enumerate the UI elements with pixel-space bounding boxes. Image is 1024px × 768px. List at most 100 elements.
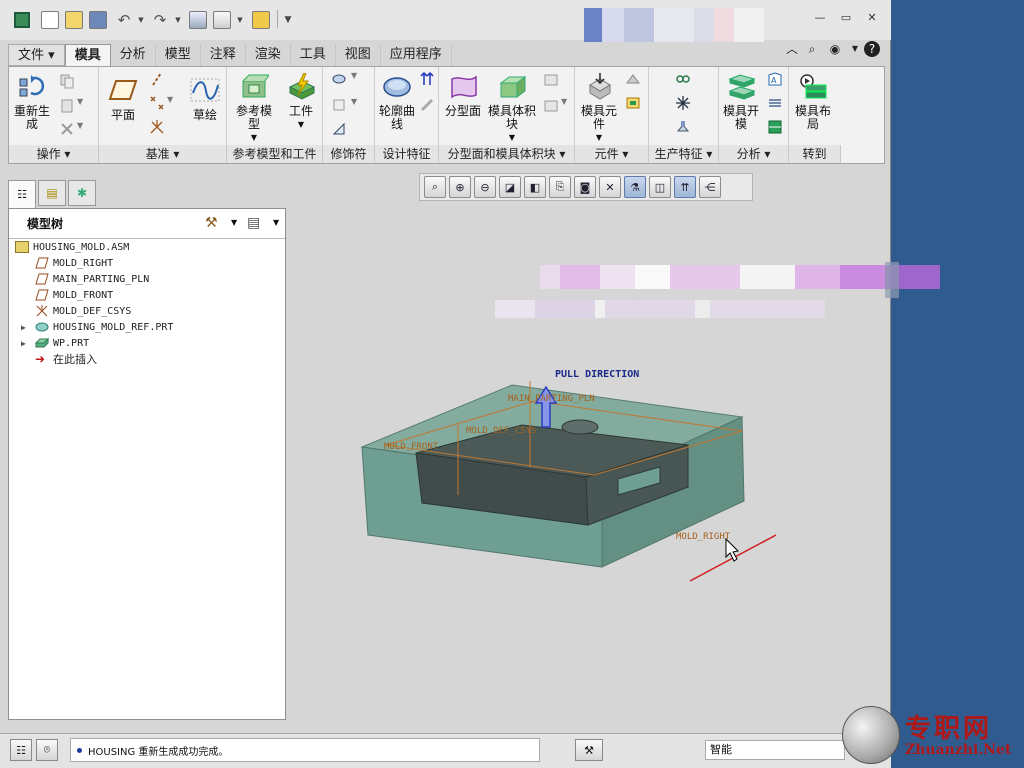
pull-direction-icon[interactable] (419, 71, 435, 87)
redo-icon[interactable]: ↷ (150, 10, 170, 30)
paste-dropdown-icon[interactable]: ▼ (77, 97, 93, 113)
group-label-parting[interactable]: 分型面和模具体积块 ▾ (439, 145, 575, 163)
parting-check-icon[interactable] (767, 119, 783, 135)
toggle-navigator-icon[interactable]: ☷ (10, 739, 32, 761)
group-label-production[interactable]: 生产特征 ▾ (649, 145, 719, 163)
tab-model-tree[interactable]: ☷ (8, 180, 36, 208)
sketch-button[interactable]: 草绘 (187, 77, 223, 122)
selection-filter-icon[interactable]: ⚒ (575, 739, 603, 761)
smart-filter-select[interactable]: 智能 (705, 740, 845, 760)
spin-center-icon[interactable]: ◫ (649, 176, 671, 198)
tab-mold[interactable]: 模具 (64, 44, 111, 66)
shrink-dropdown-icon[interactable]: ▼ (351, 71, 367, 87)
tab-annotate[interactable]: 注释 (201, 44, 246, 66)
workpiece-button[interactable]: 工件 ▼ (281, 73, 321, 131)
tree-item[interactable]: HOUSING_MOLD.ASM (15, 239, 129, 255)
mold-component-button[interactable]: 模具元件 ▼ (579, 73, 619, 144)
tab-analysis[interactable]: 分析 (111, 44, 156, 66)
expand-arrow-icon[interactable]: ▶ (21, 339, 26, 348)
mold-base-icon[interactable] (625, 95, 641, 111)
tree-settings-dropdown-icon[interactable]: ▼ (231, 218, 237, 227)
zoom-out-icon[interactable]: ⊖ (474, 176, 496, 198)
customize-quick-access-icon[interactable]: ▼ (283, 10, 293, 30)
close-icon[interactable]: ✕ (864, 10, 880, 26)
community-icon[interactable]: ◉ (826, 40, 844, 58)
search-icon[interactable]: ⌕ (803, 40, 821, 58)
outline-curve-button[interactable]: 轮廓曲线 (377, 73, 417, 131)
maximize-icon[interactable]: ▭ (838, 10, 854, 26)
tab-tools[interactable]: 工具 (291, 44, 336, 66)
thickness-check-icon[interactable] (767, 95, 783, 111)
tree-item[interactable]: MAIN_PARTING_PLN (35, 271, 149, 287)
regenerate-quick-icon[interactable] (188, 10, 208, 30)
group-label-components[interactable]: 元件 ▾ (575, 145, 649, 163)
point-dropdown-icon[interactable]: ▼ (167, 95, 183, 111)
group-label-analysis[interactable]: 分析 ▾ (719, 145, 789, 163)
ejector-hole-icon[interactable] (675, 95, 691, 111)
tab-favorites[interactable]: ✱ (68, 180, 96, 206)
tree-item[interactable]: ▶ WP.PRT (21, 335, 89, 351)
delete-icon[interactable] (59, 121, 75, 137)
volume-merge-icon[interactable] (543, 97, 559, 113)
new-file-icon[interactable] (40, 10, 60, 30)
saved-views-icon[interactable]: ⎘ (549, 176, 571, 198)
zoom-in-icon[interactable]: ⊕ (449, 176, 471, 198)
datum-display-filters-icon[interactable]: ✕ (599, 176, 621, 198)
fill-icon[interactable] (331, 121, 347, 137)
plane-button[interactable]: 平面 (105, 77, 141, 122)
windows-dropdown-icon[interactable]: ▼ (236, 10, 244, 30)
perspective-icon[interactable]: ⋲ (699, 176, 721, 198)
tree-filter-icon[interactable]: ▤ (247, 215, 260, 231)
save-icon[interactable] (88, 10, 108, 30)
tab-model[interactable]: 模型 (156, 44, 201, 66)
group-label-operations[interactable]: 操作 ▾ (9, 145, 99, 163)
undo-icon[interactable]: ↶ (114, 10, 134, 30)
point-icon[interactable] (149, 95, 165, 111)
community-dropdown-icon[interactable]: ▼ (846, 40, 864, 58)
shrink-icon[interactable] (331, 71, 347, 87)
undo-dropdown-icon[interactable]: ▼ (137, 10, 145, 30)
minimize-ribbon-icon[interactable]: ︿ (783, 40, 801, 58)
mold-volume-button[interactable]: 模具体积块 ▼ (487, 73, 537, 144)
regenerate-button[interactable]: 重新生成 (13, 73, 51, 131)
minimize-icon[interactable]: — (812, 10, 828, 26)
paste-icon[interactable] (59, 97, 75, 113)
casting-icon[interactable] (625, 71, 641, 87)
toggle-browser-icon[interactable]: ⌾ (36, 739, 58, 761)
expand-arrow-icon[interactable]: ▶ (21, 323, 26, 332)
waterline-icon[interactable] (675, 71, 691, 87)
tree-item-insert-here[interactable]: ➜ 在此插入 (35, 351, 97, 367)
pull-direction-display-icon[interactable]: ⇈ (674, 176, 696, 198)
group-label-datum[interactable]: 基准 ▾ (99, 145, 227, 163)
part-boss[interactable] (561, 419, 599, 435)
view-manager-icon[interactable]: ◙ (574, 176, 596, 198)
tree-item[interactable]: MOLD_RIGHT (35, 255, 113, 271)
windows-icon[interactable] (212, 10, 232, 30)
tree-filter-dropdown-icon[interactable]: ▼ (273, 218, 279, 227)
volume-split-icon[interactable] (543, 71, 559, 87)
runner-icon[interactable] (419, 97, 435, 113)
mold-open-button[interactable]: 模具开模 (723, 73, 759, 131)
open-folder-icon[interactable] (64, 10, 84, 30)
refit-icon[interactable]: ⌕ (424, 176, 446, 198)
offset-dropdown-icon[interactable]: ▼ (351, 97, 367, 113)
offset-icon[interactable] (331, 97, 347, 113)
tree-item[interactable]: MOLD_DEF_CSYS (35, 303, 131, 319)
annotation-display-icon[interactable]: ⚗ (624, 176, 646, 198)
draft-check-icon[interactable]: A (767, 71, 783, 87)
tab-render[interactable]: 渲染 (246, 44, 291, 66)
coordinate-system-icon[interactable] (149, 119, 165, 135)
mold-layout-button[interactable]: 模具布局 (793, 73, 833, 131)
delete-dropdown-icon[interactable]: ▼ (77, 121, 93, 137)
tab-folder-browser[interactable]: ▤ (38, 180, 66, 206)
tab-file[interactable]: 文件 ▾ (8, 44, 65, 66)
copy-icon[interactable] (59, 73, 75, 89)
tab-applications[interactable]: 应用程序 (381, 44, 452, 66)
axis-icon[interactable] (149, 71, 165, 87)
redo-dropdown-icon[interactable]: ▼ (174, 10, 182, 30)
tab-view[interactable]: 视图 (336, 44, 381, 66)
ref-model-button[interactable]: 参考模型 ▼ (231, 73, 277, 144)
close-window-icon[interactable] (251, 10, 271, 30)
display-style-icon[interactable]: ◧ (524, 176, 546, 198)
parting-surface-button[interactable]: 分型面 (445, 73, 481, 118)
